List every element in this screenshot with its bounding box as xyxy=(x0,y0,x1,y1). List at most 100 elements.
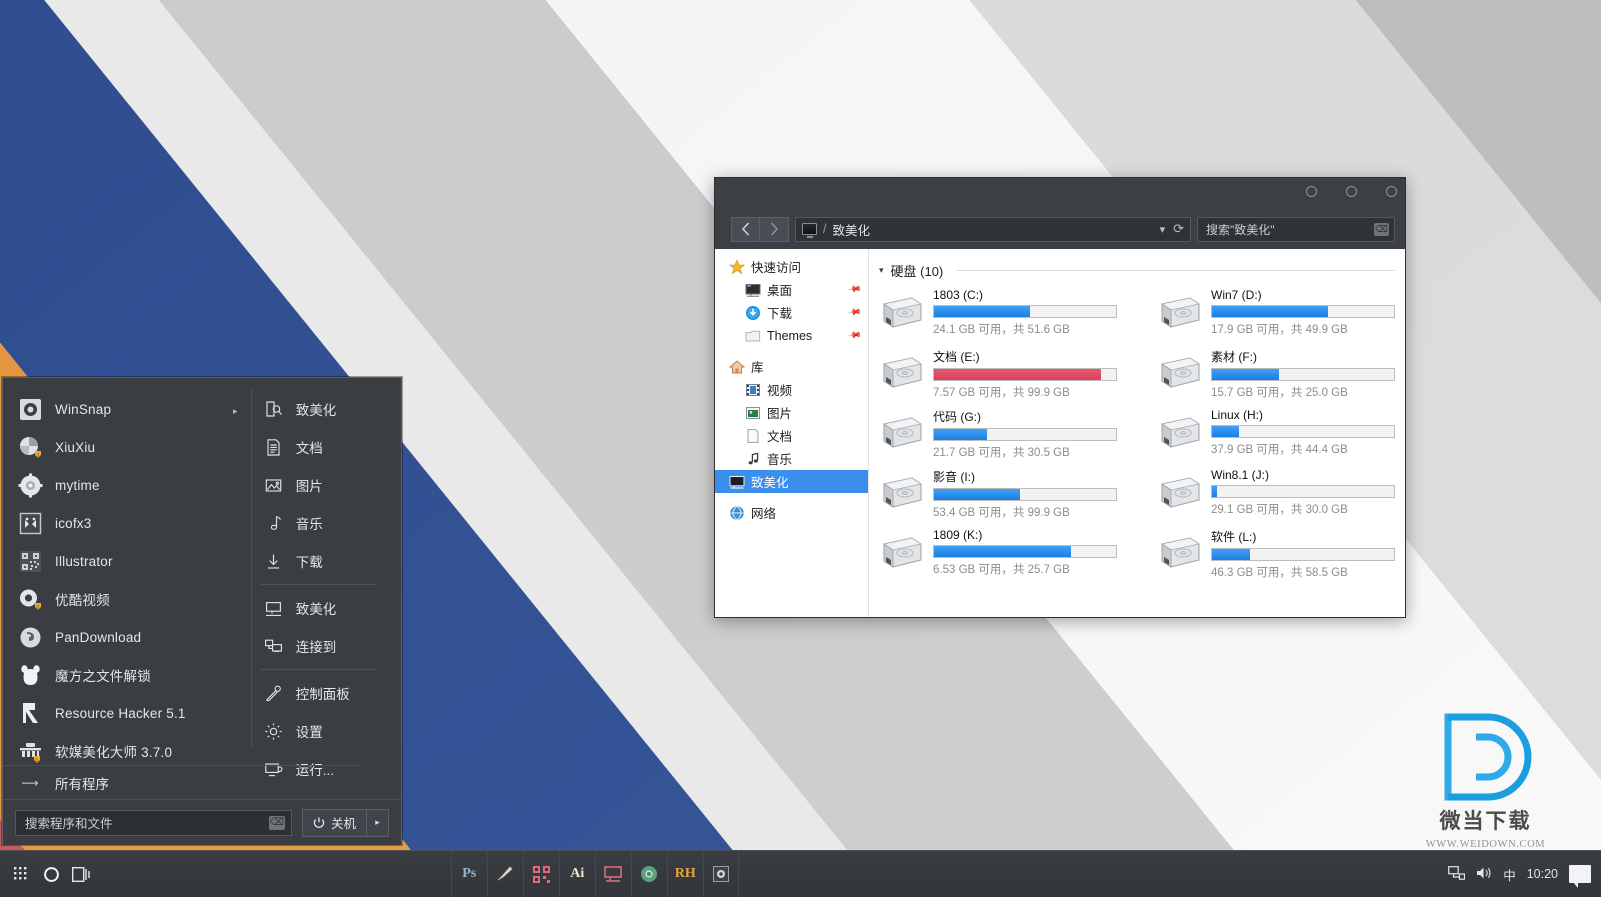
start-menu-item[interactable]: Resource Hacker 5.1 xyxy=(3,694,252,732)
start-menu-item[interactable]: 魔方之文件解锁 xyxy=(3,656,252,694)
sidebar-item-视频[interactable]: 视频 xyxy=(715,378,868,401)
start-menu-place-item[interactable]: 下载 xyxy=(252,542,401,580)
system-tray[interactable]: 中 10:20 xyxy=(1448,851,1601,897)
drive-item[interactable]: 影音 (I:) 53.4 GB 可用，共 99.9 GB xyxy=(879,466,1117,520)
qr-app[interactable] xyxy=(522,851,559,897)
shutdown-button[interactable]: 关机 xyxy=(302,809,366,836)
drive-item[interactable]: 软件 (L:) 46.3 GB 可用，共 58.5 GB xyxy=(1157,526,1395,580)
all-programs-label: 所有程序 xyxy=(55,776,109,792)
submenu-arrow-icon[interactable]: ▸ xyxy=(233,407,238,416)
start-menu-place-item[interactable]: 音乐 xyxy=(252,504,401,542)
start-menu-item[interactable]: 0 软媒美化大师 3.7.0 xyxy=(3,732,252,770)
clock[interactable]: 10:20 xyxy=(1527,867,1558,881)
sidebar-item-图片[interactable]: 图片 xyxy=(715,401,868,424)
photoshop-app[interactable]: Ps xyxy=(450,851,487,897)
drive-item[interactable]: 代码 (G:) 21.7 GB 可用，共 30.5 GB xyxy=(879,406,1117,460)
start-menu-places-list[interactable]: 致美化 文档 图片 音乐 下载 致美化 连接到 控制面板 设置 运行... xyxy=(252,378,401,778)
fireworks-app[interactable] xyxy=(486,851,523,897)
network-tray-icon[interactable] xyxy=(1448,865,1466,883)
chevron-down-icon[interactable]: ▾ xyxy=(1160,223,1166,236)
file-explorer-window[interactable]: / 致美化 ▾ ⟳ 搜索"致美化" ⌫ 快速访问 桌面 📌 下载 📌 Themes 📌 库视频… xyxy=(714,177,1406,618)
maximize-button[interactable] xyxy=(1346,186,1357,197)
display-app[interactable] xyxy=(594,851,631,897)
icofx3-icon xyxy=(19,512,41,534)
pin-icon[interactable]: 📌 xyxy=(847,327,862,343)
window-caption-buttons[interactable] xyxy=(1306,186,1397,197)
start-menu[interactable]: WinSnap ▸ 0 XiuXiu mytime icofx3 Illustrator 0 优… xyxy=(2,377,402,845)
cortana-circle-icon[interactable] xyxy=(36,851,66,897)
start-menu-item[interactable]: mytime xyxy=(3,466,252,504)
explorer-title-bar[interactable] xyxy=(715,178,1405,213)
start-menu-place-item[interactable]: 致美化 xyxy=(252,390,401,428)
start-search-input[interactable]: 搜索程序和文件 ⌫ xyxy=(15,809,292,836)
drive-item[interactable]: 文档 (E:) 7.57 GB 可用，共 99.9 GB xyxy=(879,346,1117,400)
explorer-navigation-pane[interactable]: 快速访问 桌面 📌 下载 📌 Themes 📌 库视频 图片 文档 音乐 致美化网络 xyxy=(715,249,869,617)
explorer-search-box[interactable]: 搜索"致美化" ⌫ xyxy=(1197,216,1395,242)
sidebar-item-文档[interactable]: 文档 xyxy=(715,424,868,447)
drive-item[interactable]: Win7 (D:) 17.9 GB 可用，共 49.9 GB xyxy=(1157,286,1395,340)
app-grid-icon[interactable] xyxy=(6,851,36,897)
start-menu-place-item[interactable]: 文档 xyxy=(252,428,401,466)
illustrator-app[interactable]: Ai xyxy=(558,851,595,897)
start-menu-item[interactable]: Illustrator xyxy=(3,542,252,580)
refresh-icon[interactable]: ⟳ xyxy=(1173,221,1184,237)
drive-item[interactable]: Win8.1 (J:) 29.1 GB 可用，共 30.0 GB xyxy=(1157,466,1395,520)
start-menu-place-item[interactable]: 设置 xyxy=(252,712,401,750)
ime-indicator[interactable]: 中 xyxy=(1503,865,1516,884)
forward-button[interactable] xyxy=(760,216,789,242)
all-programs-button[interactable]: ⟶ 所有程序 xyxy=(3,765,361,799)
sidebar-item-致美化[interactable]: 致美化 xyxy=(715,470,868,493)
drive-item[interactable]: 1803 (C:) 24.1 GB 可用，共 51.6 GB xyxy=(879,286,1117,340)
notification-icon[interactable] xyxy=(1569,865,1591,888)
taskbar-app-buttons[interactable]: Ps Ai RH xyxy=(450,851,739,897)
explorer-toolbar[interactable]: / 致美化 ▾ ⟳ 搜索"致美化" ⌫ xyxy=(715,213,1405,249)
sidebar-item-网络[interactable]: 网络 xyxy=(715,501,868,524)
close-button[interactable] xyxy=(1386,186,1397,197)
clear-icon[interactable]: ⌫ xyxy=(1374,222,1389,236)
drive-list[interactable]: 1803 (C:) 24.1 GB 可用，共 51.6 GB Win7 (D:) 17… xyxy=(879,286,1395,580)
pin-icon[interactable]: 📌 xyxy=(847,304,862,320)
chevron-down-icon[interactable]: ▾ xyxy=(879,265,884,276)
start-menu-item[interactable]: WinSnap ▸ xyxy=(3,390,252,428)
task-view-icon[interactable] xyxy=(66,851,96,897)
sidebar-item-下载[interactable]: 下载 📌 xyxy=(715,301,868,324)
sidebar-item-桌面[interactable]: 桌面 📌 xyxy=(715,278,868,301)
pin-icon[interactable]: 📌 xyxy=(847,281,862,297)
start-menu-place-item[interactable]: 连接到 xyxy=(252,627,401,665)
start-menu-item[interactable]: 0 优酷视频 xyxy=(3,580,252,618)
sidebar-item-库[interactable]: 库 xyxy=(715,355,868,378)
breadcrumb-path[interactable]: 致美化 xyxy=(832,220,870,239)
drive-item[interactable]: Linux (H:) 37.9 GB 可用，共 44.4 GB xyxy=(1157,406,1395,460)
drive-item[interactable]: 素材 (F:) 15.7 GB 可用，共 25.0 GB xyxy=(1157,346,1395,400)
sidebar-item-Themes[interactable]: Themes 📌 xyxy=(715,324,868,347)
winsnap-icon xyxy=(19,398,41,420)
clear-icon[interactable]: ⌫ xyxy=(268,815,285,830)
start-menu-item[interactable]: PanDownload xyxy=(3,618,252,656)
drive-usage-bar xyxy=(1211,485,1395,498)
sidebar-item-快速访问[interactable]: 快速访问 xyxy=(715,255,868,278)
resource-hacker-app[interactable]: RH xyxy=(666,851,703,897)
back-button[interactable] xyxy=(731,216,760,242)
drive-name: 软件 (L:) xyxy=(1211,530,1257,544)
taskbar[interactable]: Ps Ai RH 中 10:20 xyxy=(0,850,1601,897)
winsnap-app[interactable] xyxy=(702,851,739,897)
start-menu-item[interactable]: icofx3 xyxy=(3,504,252,542)
shutdown-control[interactable]: 关机 ▸ xyxy=(301,808,389,837)
volume-icon[interactable] xyxy=(1476,866,1492,883)
start-menu-place-item[interactable]: 图片 xyxy=(252,466,401,504)
start-menu-place-item[interactable]: 控制面板 xyxy=(252,674,401,712)
start-menu-item[interactable]: 0 XiuXiu xyxy=(3,428,252,466)
taskbar-system-buttons[interactable] xyxy=(0,851,96,897)
sidebar-item-音乐[interactable]: 音乐 xyxy=(715,447,868,470)
minimize-button[interactable] xyxy=(1306,186,1317,197)
address-bar[interactable]: / 致美化 ▾ ⟳ xyxy=(795,216,1191,242)
drive-group-header[interactable]: ▾ 硬盘 (10) xyxy=(879,261,1395,280)
shutdown-options-button[interactable]: ▸ xyxy=(366,809,388,836)
start-menu-footer[interactable]: 搜索程序和文件 ⌫ 关机 ▸ xyxy=(3,799,401,845)
explorer-content-pane[interactable]: ▾ 硬盘 (10) 1803 (C:) 24.1 GB 可用，共 51.6 GB W… xyxy=(869,249,1405,617)
chrome-app[interactable] xyxy=(630,851,667,897)
drive-item[interactable]: 1809 (K:) 6.53 GB 可用，共 25.7 GB xyxy=(879,526,1117,580)
start-menu-programs-list[interactable]: WinSnap ▸ 0 XiuXiu mytime icofx3 Illustrator 0 优… xyxy=(3,378,252,764)
start-menu-place-item[interactable]: 致美化 xyxy=(252,589,401,627)
navigation-buttons[interactable] xyxy=(731,216,789,242)
